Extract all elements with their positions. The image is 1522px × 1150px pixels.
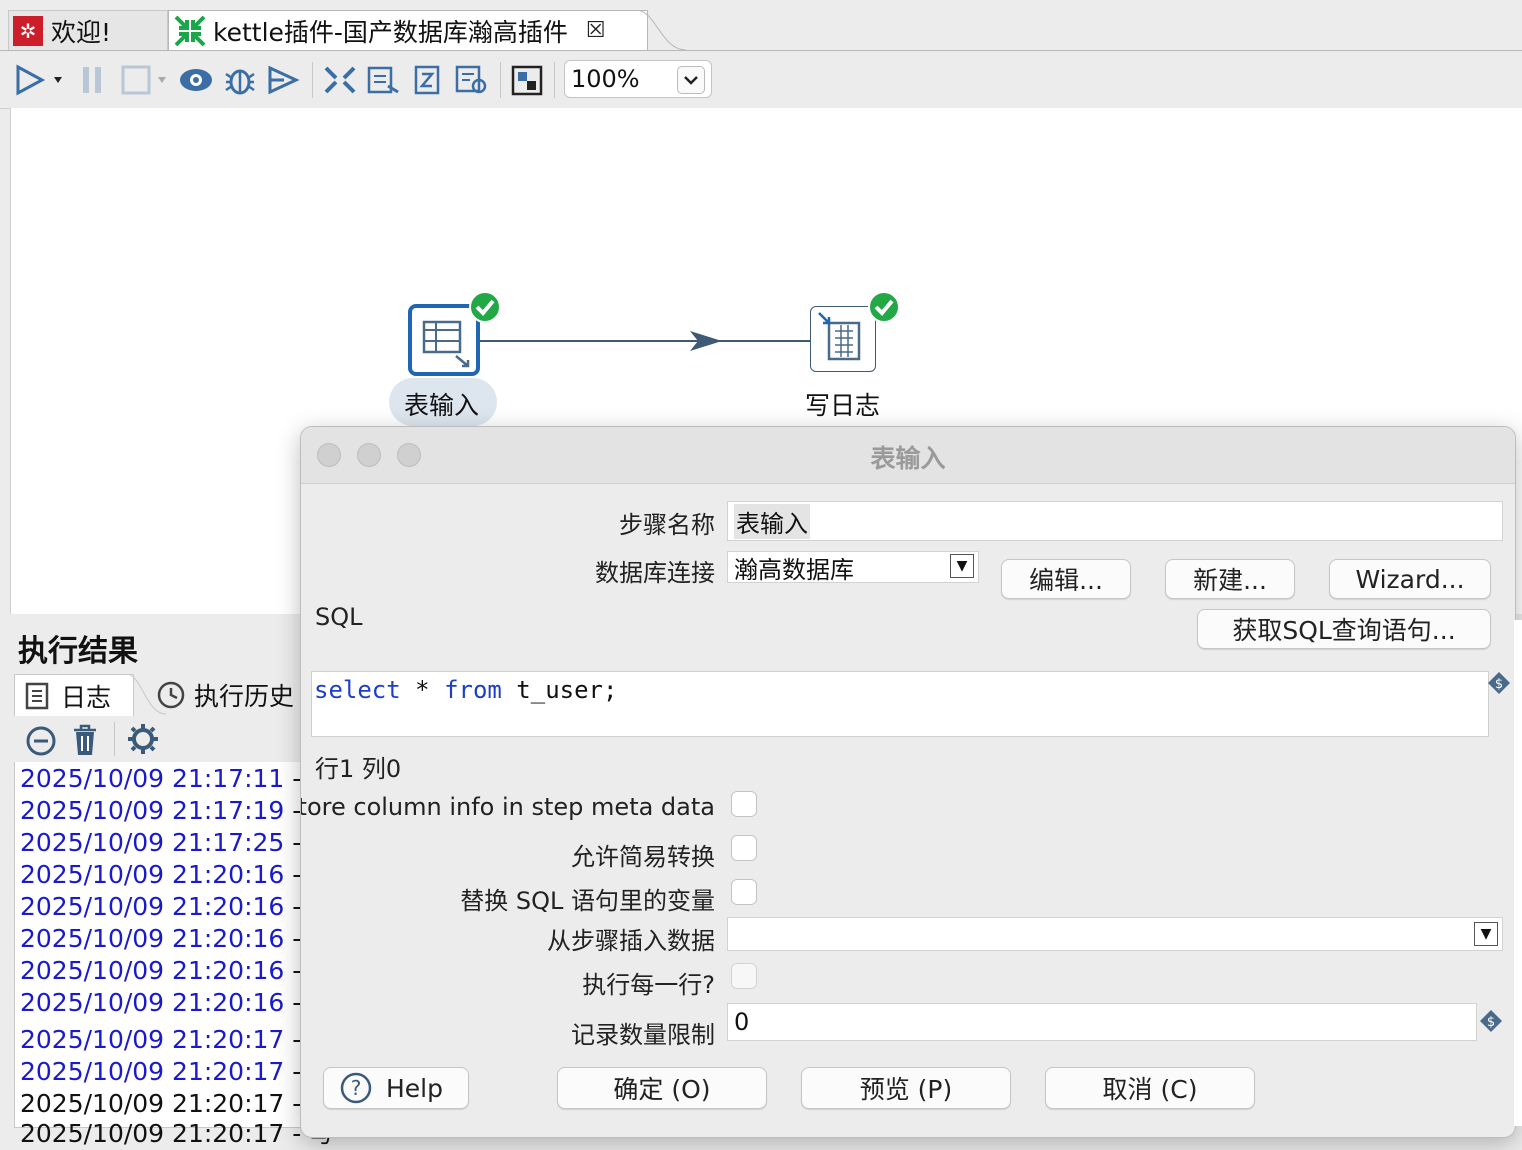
row-limit-input[interactable]: 0: [727, 1003, 1477, 1041]
sql-icon[interactable]: [410, 64, 446, 96]
table-input-dialog: 表输入 步骤名称 表输入 数据库连接 瀚高数据库 ▼ 编辑... 新建... W…: [300, 426, 1516, 1138]
success-check-icon: [868, 291, 900, 323]
log-line: 2025/10/09 21:20:16 - I: [20, 988, 317, 1017]
step-name-label: 步骤名称: [619, 511, 715, 539]
results-title: 执行结果: [18, 634, 138, 669]
replace-variables-checkbox[interactable]: [731, 879, 757, 905]
chevron-down-icon[interactable]: [677, 66, 705, 94]
tab-exec-history-label: 执行历史: [194, 682, 295, 711]
help-button[interactable]: ? Help: [323, 1067, 469, 1109]
pause-icon[interactable]: [80, 64, 106, 96]
lazy-conversion-label: 允许简易转换: [571, 843, 715, 871]
tab-transformation[interactable]: kettle插件-国产数据库瀚高插件 ☒: [168, 10, 648, 50]
variable-dollar-icon[interactable]: $: [1487, 671, 1511, 695]
tab-exec-history[interactable]: 执行历史: [156, 674, 294, 716]
replay-icon[interactable]: [266, 64, 302, 96]
log-line: 2025/10/09 21:17:25 - C: [20, 828, 327, 857]
background-panel-edge: [1514, 620, 1522, 1126]
welcome-icon: ✲: [13, 15, 43, 46]
execute-each-row-checkbox[interactable]: [731, 963, 757, 989]
tab-edge: [636, 10, 686, 51]
transformation-icon: [174, 15, 206, 46]
debug-icon[interactable]: [222, 64, 258, 96]
show-results-icon[interactable]: [510, 64, 544, 96]
lazy-conversion-checkbox[interactable]: [731, 835, 757, 861]
table-input-icon: [422, 320, 470, 368]
verify-icon[interactable]: [322, 64, 358, 96]
tab-log[interactable]: 日志: [14, 674, 134, 716]
main-toolbar: 100%: [0, 52, 1522, 109]
tab-welcome-label: 欢迎!: [51, 17, 112, 47]
dropdown-arrow-icon[interactable]: ▼: [950, 554, 974, 578]
dialog-title: 表输入: [870, 444, 946, 473]
log-line: 2025/10/09 21:20:17 - 写: [20, 1119, 334, 1148]
help-icon: ?: [340, 1072, 372, 1104]
dialog-titlebar[interactable]: 表输入: [301, 427, 1515, 484]
gear-icon[interactable]: [126, 722, 160, 756]
write-log-icon: [818, 312, 861, 361]
preview-button[interactable]: 预览 (P): [801, 1067, 1011, 1109]
explore-db-icon[interactable]: [454, 64, 490, 96]
log-line: 2025/10/09 21:20:16 - S: [20, 860, 325, 889]
svg-text:$: $: [1495, 677, 1503, 692]
dropdown-arrow-icon[interactable]: ▼: [1474, 922, 1498, 946]
sql-label: SQL: [315, 603, 363, 631]
log-line: 2025/10/09 21:20:17 - 写: [20, 1057, 334, 1086]
close-tab-icon[interactable]: ☒: [586, 18, 606, 43]
svg-text:?: ?: [351, 1076, 362, 1100]
insert-from-step-select[interactable]: ▼: [727, 917, 1503, 951]
db-connection-label: 数据库连接: [595, 559, 715, 587]
step-table-input-label: 表输入: [404, 391, 480, 420]
log-line: 2025/10/09 21:17:11 - R: [20, 764, 327, 793]
run-icon[interactable]: [14, 64, 68, 96]
trash-icon[interactable]: [70, 722, 100, 758]
log-line: 2025/10/09 21:20:16 - S: [20, 956, 325, 985]
row-limit-label: 记录数量限制: [571, 1021, 715, 1049]
execute-each-row-label: 执行每一行?: [582, 971, 715, 999]
preview-eye-icon[interactable]: [178, 64, 214, 96]
step-name-input[interactable]: 表输入: [727, 501, 1503, 541]
store-column-info-checkbox[interactable]: [731, 791, 757, 817]
tab-log-label: 日志: [61, 682, 112, 712]
stop-icon[interactable]: [120, 64, 170, 96]
editor-tab-bar: ✲ 欢迎! kettle插件-国产数据库瀚高插件 ☒: [0, 0, 1522, 52]
get-sql-button[interactable]: 获取SQL查询语句...: [1197, 609, 1491, 649]
zoom-select[interactable]: 100%: [564, 60, 712, 98]
tab-welcome[interactable]: ✲ 欢迎!: [8, 10, 168, 50]
sql-editor[interactable]: select * from t_user;: [311, 671, 1489, 737]
store-column-info-label: Store column info in step meta data: [300, 793, 715, 821]
db-connection-select[interactable]: 瀚高数据库 ▼: [727, 551, 979, 584]
insert-from-step-label: 从步骤插入数据: [547, 927, 715, 955]
wizard-button[interactable]: Wizard...: [1329, 559, 1491, 599]
ok-button[interactable]: 确定 (O): [557, 1067, 767, 1109]
tab-transformation-label: kettle插件-国产数据库瀚高插件: [213, 17, 568, 47]
variable-dollar-icon[interactable]: $: [1479, 1009, 1503, 1033]
step-write-log-label: 写日志: [805, 391, 881, 420]
clock-icon: [157, 681, 185, 709]
log-line: 2025/10/09 21:20:16 - S: [20, 892, 325, 921]
zoom-value: 100%: [571, 65, 640, 93]
new-connection-button[interactable]: 新建...: [1165, 559, 1295, 599]
success-check-icon: [469, 291, 501, 323]
replace-variables-label: 替换 SQL 语句里的变量: [460, 887, 715, 915]
stop-log-icon[interactable]: [24, 724, 58, 758]
impact-icon[interactable]: [366, 64, 402, 96]
cursor-position: 行1 列0: [315, 755, 402, 783]
log-line: 2025/10/09 21:20:17 - 表: [20, 1025, 334, 1054]
results-toolbar: [14, 716, 314, 762]
svg-text:$: $: [1487, 1015, 1495, 1030]
hop-arrow[interactable]: [470, 326, 820, 358]
log-line: 2025/10/09 21:20:16 - S: [20, 924, 325, 953]
log-icon: [25, 682, 49, 709]
cancel-button[interactable]: 取消 (C): [1045, 1067, 1255, 1109]
results-tab-bar: 日志 执行历史: [14, 674, 314, 716]
log-line: 2025/10/09 21:17:19 - F: [20, 796, 324, 825]
edit-connection-button[interactable]: 编辑...: [1001, 559, 1131, 599]
